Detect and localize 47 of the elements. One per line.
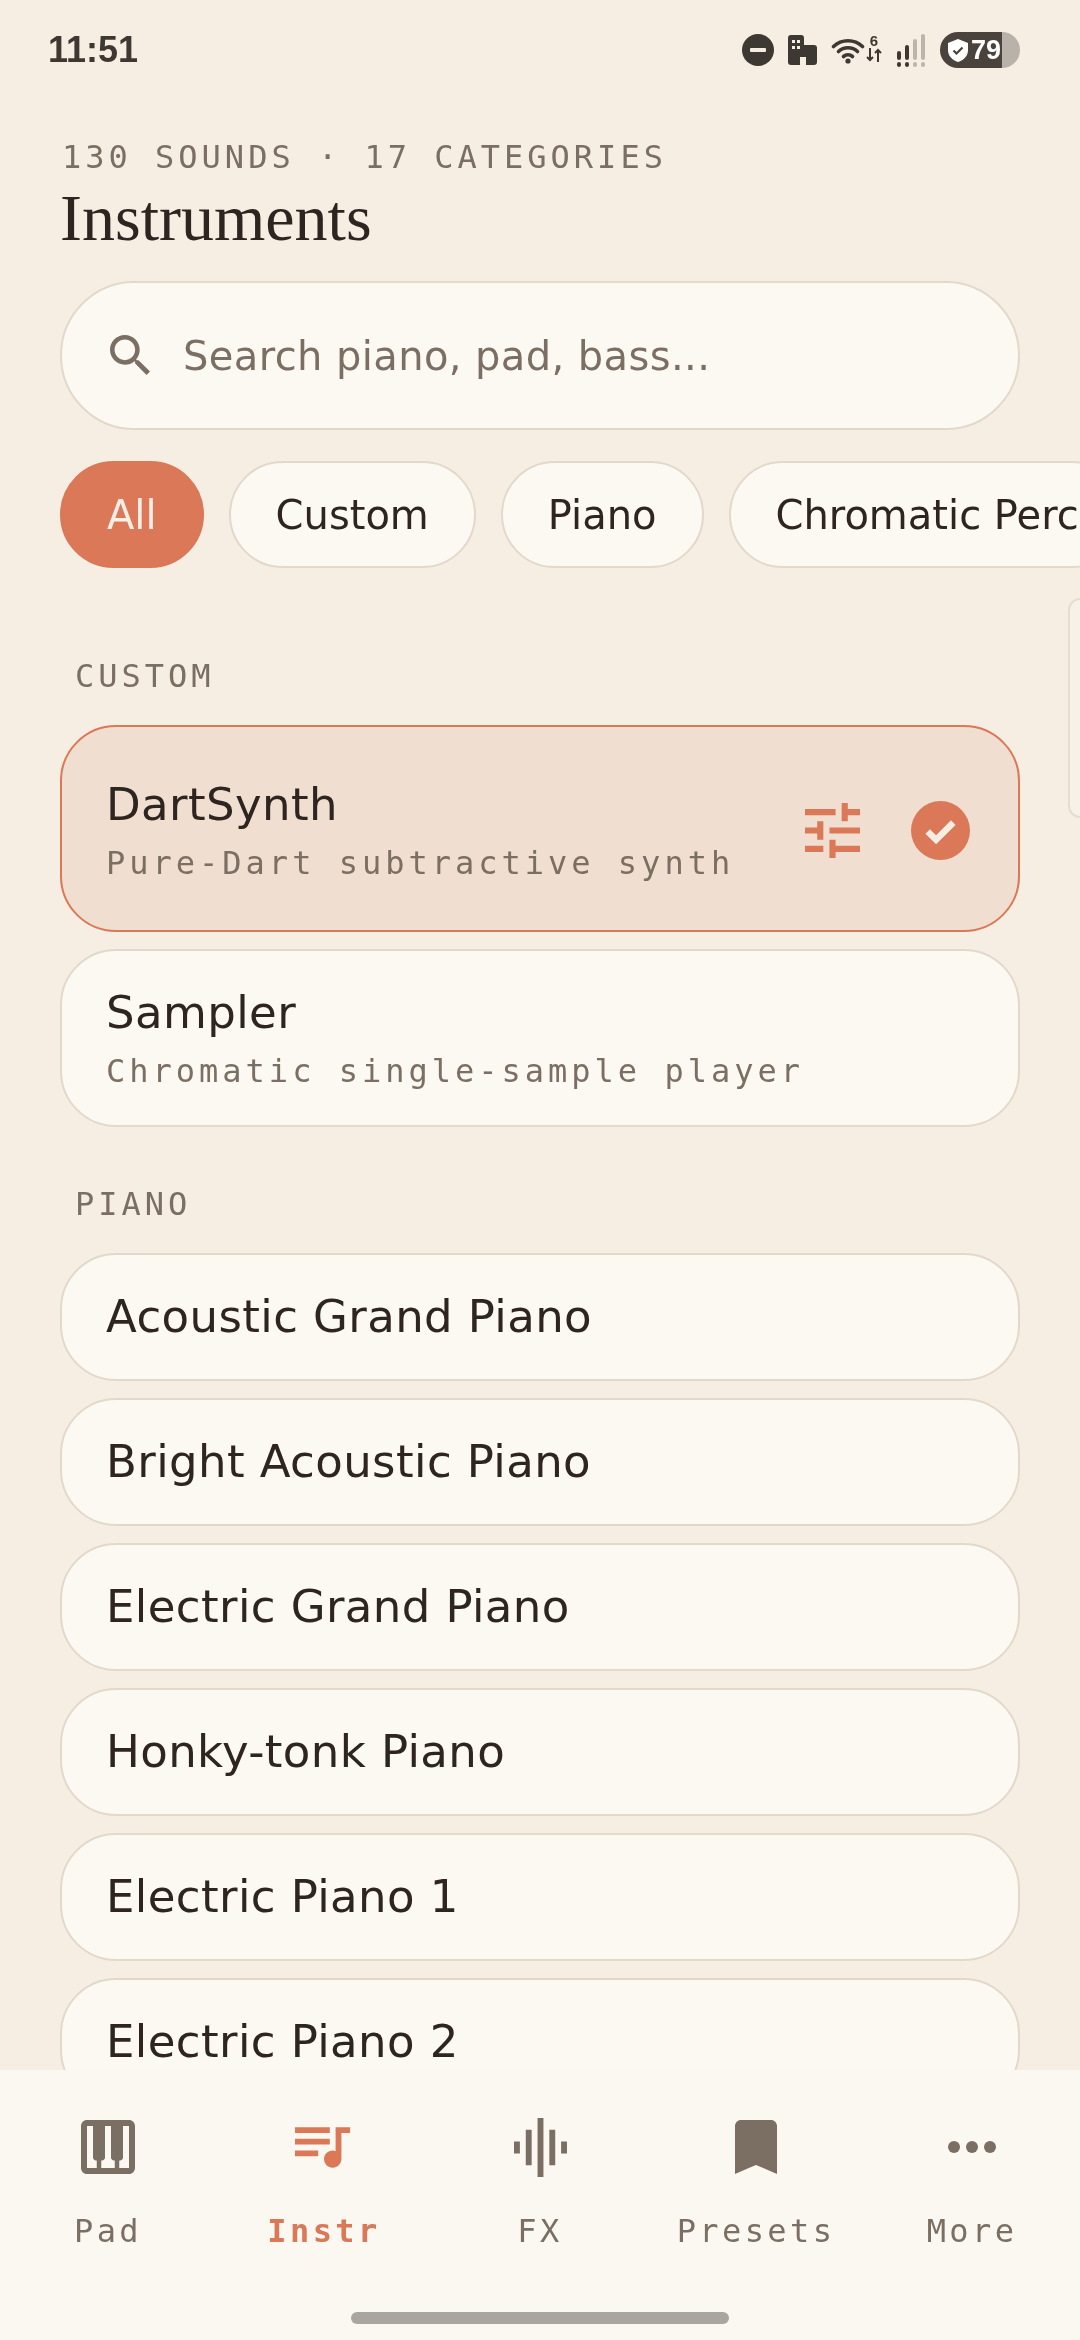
instrument-name: Electric Piano 2: [106, 2014, 459, 2070]
instrument-name: DartSynth: [106, 777, 338, 833]
sliders-icon[interactable]: [805, 802, 860, 858]
instrument-name: Honky-tonk Piano: [106, 1724, 506, 1780]
music-list-icon: [295, 2126, 353, 2168]
page-title: Instruments: [60, 182, 372, 254]
library-summary: 130 SOUNDS · 17 CATEGORIES: [61, 138, 667, 176]
shield-icon: [948, 38, 968, 62]
building-icon: [788, 35, 817, 65]
piano-icon: [81, 2120, 135, 2174]
instrument-name: Acoustic Grand Piano: [106, 1289, 593, 1345]
nav-tab[interactable]: Pad: [74, 2120, 142, 2251]
do-not-disturb-icon: [742, 34, 774, 66]
search-icon: [110, 335, 150, 375]
filter-chip[interactable]: Piano: [500, 461, 704, 568]
waveform-icon: [513, 2117, 567, 2177]
instrument-card[interactable]: Electric Piano 1: [60, 1833, 1020, 1961]
nav-tab[interactable]: More: [926, 2120, 1018, 2251]
instrument-description: Chromatic single-sample player: [106, 1051, 804, 1091]
instrument-name: Bright Acoustic Piano: [106, 1434, 591, 1490]
filter-chip[interactable]: Custom: [228, 461, 476, 568]
data-arrows-icon: [866, 47, 882, 62]
nav-tab[interactable]: Presets: [676, 2120, 836, 2251]
instrument-card[interactable]: DartSynth Pure-Dart subtractive synth: [60, 725, 1020, 932]
filter-chip[interactable]: Chromatic Perc: [728, 461, 1080, 568]
instrument-name: Electric Piano 1: [106, 1869, 459, 1925]
bookmark-icon: [735, 2120, 777, 2174]
search-field[interactable]: Search piano, pad, bass...: [60, 281, 1020, 430]
instrument-card[interactable]: Electric Grand Piano: [60, 1543, 1020, 1671]
section-heading: PIANO: [74, 1184, 192, 1224]
status-time: 11:51: [48, 30, 139, 70]
instrument-card[interactable]: Electric Piano 2: [60, 1978, 1020, 2070]
instrument-name: Sampler: [106, 985, 297, 1041]
wifi-icon: [831, 36, 865, 64]
instrument-card[interactable]: Honky-tonk Piano: [60, 1688, 1020, 1816]
signal-icon: [896, 33, 926, 67]
instrument-name: Electric Grand Piano: [106, 1579, 570, 1635]
instrument-card[interactable]: Sampler Chromatic single-sample player: [60, 949, 1020, 1127]
instrument-card[interactable]: Acoustic Grand Piano: [60, 1253, 1020, 1381]
more-icon: [948, 2141, 996, 2153]
nav-tab[interactable]: FX: [513, 2120, 567, 2251]
battery-percent: 79: [971, 35, 1002, 65]
instrument-description: Pure-Dart subtractive synth: [106, 843, 735, 883]
instrument-card[interactable]: Bright Acoustic Piano: [60, 1398, 1020, 1526]
wifi-standard-label: 6: [869, 32, 879, 48]
section-heading: CUSTOM: [74, 656, 215, 696]
check-circle-icon: [911, 800, 970, 860]
